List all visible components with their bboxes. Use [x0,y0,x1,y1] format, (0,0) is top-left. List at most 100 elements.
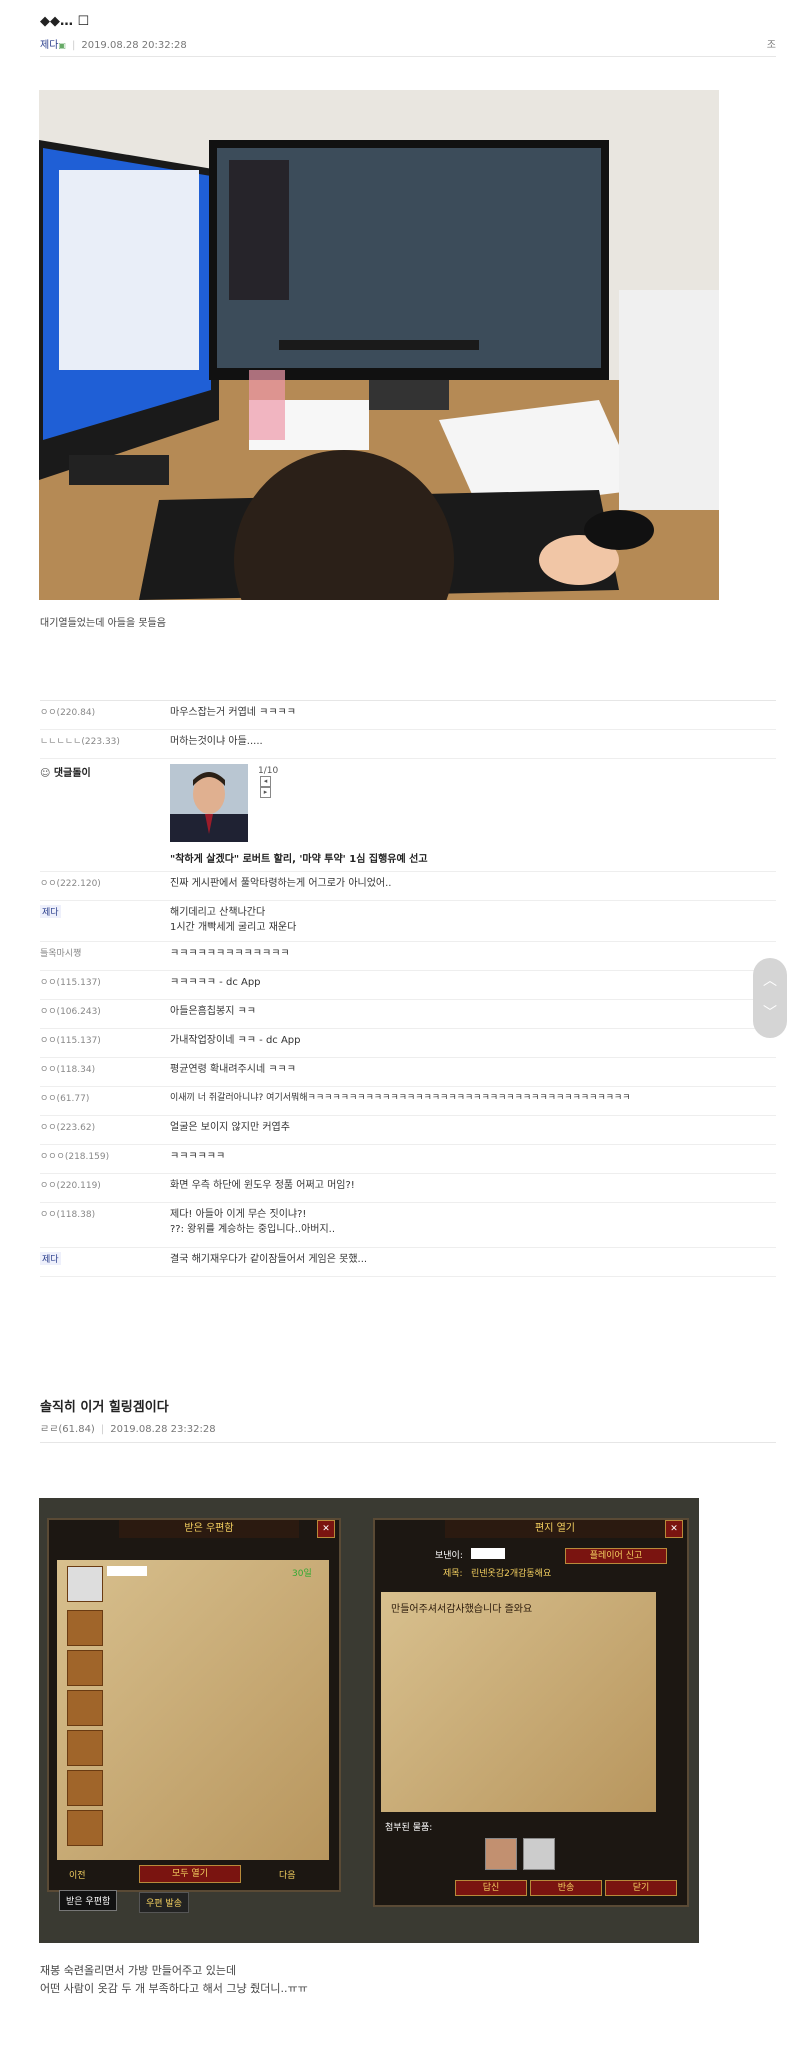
mail-slot[interactable] [67,1650,103,1686]
open-all-button[interactable]: 모두 열기 [139,1865,241,1883]
comment-text: 머하는것이냐 아들..... [170,736,263,747]
comment-text: 가내작업장이네 ㅋㅋ - dc App [170,1035,301,1046]
comment-text: 제다! 아들아 이게 무슨 짓이냐?!??: 왕위를 계승하는 중입니다..아버… [170,1209,336,1235]
sender-redacted [107,1566,147,1576]
subject-text: 린넨옷감2개감동해요 [471,1569,552,1579]
comment-text: 이새끼 너 쥐갈러아니냐? 여기서뭐해ㅋㅋㅋㅋㅋㅋㅋㅋㅋㅋㅋㅋㅋㅋㅋㅋㅋㅋㅋㅋㅋ… [170,1093,631,1103]
comment-row: ㅇㅇ(118.34) 평균연령 확내려주시네 ㅋㅋㅋ [40,1062,776,1087]
comment-author[interactable]: ㅇㅇ(220.84) [40,705,95,718]
return-button[interactable]: 반송 [530,1880,602,1896]
post2-date: 2019.08.28 23:32:28 [110,1424,216,1435]
comment-row: ㅇㅇ(220.84) 마우스잡는거 커엽네 ㅋㅋㅋㅋ [40,705,776,730]
post2-caption-2: 어떤 사람이 옷감 두 개 부족하다고 해서 그냥 줬더니..ㅠㅠ [40,1982,308,1995]
mail-slot[interactable] [67,1690,103,1726]
post-title: ◆◆… ☐ [40,14,90,29]
post-photo [39,90,719,600]
comment-text: 아들은흠칩봉지 ㅋㅋ [170,1006,256,1017]
comment-text: 진짜 게시판에서 풀악타령하는게 어그로가 아니었어.. [170,878,392,889]
comment-text: 화면 우측 하단에 윈도우 정품 어쩌고 머임?! [170,1180,355,1191]
sender-label: 보낸이: [435,1551,463,1561]
mail-slot[interactable] [67,1770,103,1806]
comment-author[interactable]: ㅇㅇ(118.34) [40,1062,95,1075]
comment-text: ㅋㅋㅋㅋㅋㅋ [170,1151,226,1162]
comment-author[interactable]: ㅇㅇ(118.38) [40,1207,95,1220]
comments-top-divider [40,700,776,701]
comment-author[interactable]: ㅇㅇ(115.137) [40,975,101,988]
comment-row: 제다 결국 해기재우다가 같이잠들어서 게임은 못했... [40,1252,776,1277]
comment-row: ㅇㅇ(118.38) 제다! 아들아 이게 무슨 짓이냐?!??: 왕위를 계승… [40,1207,776,1248]
fixed-nick-icon: ▣ [58,41,66,50]
comment-author[interactable]: ㅇㅇ(220.119) [40,1178,101,1191]
comment-text: 해기데리고 산책나간다 1시간 개빡세게 굴리고 재운다 [170,907,297,933]
close-icon[interactable]: ✕ [317,1520,335,1538]
divider [40,1442,776,1443]
comment-author[interactable]: 제다 [40,1252,61,1265]
post2-title[interactable]: 솔직히 이거 힐링겜이다 [40,1396,169,1415]
scroll-buttons: ︿ ﹀ [753,958,787,1038]
comment-row-bot: ☺ 댓글돌이 1/10 ◂▸ "착하게 살겠다" 로버트 할리, '마약 투약'… [40,764,776,872]
blurred-emoji: ◆◆ [40,14,60,29]
post2-author[interactable]: ㄹㄹ(61.84) [40,1424,95,1435]
tab-send-mail[interactable]: 우편 발송 [139,1892,189,1913]
next-page-label[interactable]: 다음 [279,1868,296,1881]
post-meta: 제다▣ | 2019.08.28 20:32:28 [40,40,187,51]
comment-author[interactable]: ㅇㅇ(115.137) [40,1033,101,1046]
comment-row: ㅇㅇ(115.137) ㅋㅋㅋㅋㅋ - dc App [40,975,776,1000]
comment-text: 얼굴은 보이지 않지만 커엽추 [170,1122,290,1133]
next-arrow-icon[interactable]: ▸ [260,787,271,798]
news-card[interactable]: 1/10 ◂▸ "착하게 살겠다" 로버트 할리, '마약 투약' 1심 집행유… [170,764,428,865]
bot-author[interactable]: ☺ 댓글돌이 [40,764,91,779]
comment-text: 결국 해기재우다가 같이잠들어서 게임은 못했... [170,1254,368,1265]
comment-author[interactable]: ㄴㄴㄴㄴㄴ(223.33) [40,734,120,747]
close-button[interactable]: 닫기 [605,1880,677,1896]
author-nick[interactable]: 제다 [40,40,58,51]
mail-icon[interactable] [67,1566,103,1602]
mail-expiry: 30일 [292,1569,312,1579]
comment-author[interactable]: ㅇㅇㅇ(218.159) [40,1149,109,1162]
subject-label: 제목: [443,1569,463,1579]
inbox-panel: 받은 우편함 ✕ 30일 이전 모두 열기 다음 [47,1518,341,1892]
attachment-item-icon[interactable] [523,1838,555,1870]
comment-row: 틀옥마시쪙 ㅋㅋㅋㅋㅋㅋㅋㅋㅋㅋㅋㅋㅋ [40,946,776,971]
letter-body: 만들어주셔서감사했습니다 즐와요 [381,1592,656,1812]
attachment-item-icon[interactable] [485,1838,517,1870]
comment-author[interactable]: ㅇㅇ(222.120) [40,876,101,889]
report-player-button[interactable]: 플레이어 신고 [565,1548,667,1564]
comment-row: ㄴㄴㄴㄴㄴ(223.33) 머하는것이냐 아들..... [40,734,776,759]
post-date: 2019.08.28 20:32:28 [81,40,187,51]
square-icon: ☐ [77,14,90,29]
mail-slot[interactable] [67,1730,103,1766]
mail-slot[interactable] [67,1810,103,1846]
robot-icon: ☺ [40,768,51,779]
reply-button[interactable]: 답신 [455,1880,527,1896]
tab-inbox[interactable]: 받은 우편함 [59,1890,118,1911]
comment-row: ㅇㅇ(223.62) 얼굴은 보이지 않지만 커엽추 [40,1120,776,1145]
comment-author[interactable]: ㅇㅇ(223.62) [40,1120,95,1133]
comment-author[interactable]: 제다 [40,905,61,918]
letter-panel: 편지 열기 ✕ 보낸이: 제목: 린넨옷감2개감동해요 플레이어 신고 만들어주… [373,1518,689,1907]
news-title[interactable]: "착하게 살겠다" 로버트 할리, '마약 투약' 1심 집행유예 선고 [170,850,570,865]
close-icon[interactable]: ✕ [665,1520,683,1538]
game-screenshot: 받은 우편함 ✕ 30일 이전 모두 열기 다음 받은 우편함 우편 발송 편지… [39,1498,699,1943]
comment-text: ㅋㅋㅋㅋㅋ - dc App [170,977,261,988]
comment-author[interactable]: ㅇㅇ(61.77) [40,1091,89,1104]
comment-row: ㅇㅇ(115.137) 가내작업장이네 ㅋㅋ - dc App [40,1033,776,1058]
scroll-down-icon[interactable]: ﹀ [763,1002,777,1022]
scroll-up-icon[interactable]: ︿ [763,970,777,990]
letter-title: 편지 열기 [445,1520,665,1538]
post2-meta: ㄹㄹ(61.84) | 2019.08.28 23:32:28 [40,1424,216,1435]
mail-slot[interactable] [67,1610,103,1646]
comment-row: ㅇㅇㅇ(218.159) ㅋㅋㅋㅋㅋㅋ [40,1149,776,1174]
inbox-title: 받은 우편함 [119,1520,299,1538]
comment-text: 평균연령 확내려주시네 ㅋㅋㅋ [170,1064,296,1075]
prev-arrow-icon[interactable]: ◂ [260,776,271,787]
comment-row: ㅇㅇ(222.120) 진짜 게시판에서 풀악타령하는게 어그로가 아니었어.. [40,876,776,901]
prev-page-label[interactable]: 이전 [69,1868,86,1881]
comment-author[interactable]: 틀옥마시쪙 [40,946,81,959]
view-count-label: 조 [766,40,776,51]
comment-text: 마우스잡는거 커엽네 ㅋㅋㅋㅋ [170,707,296,718]
comment-author[interactable]: ㅇㅇ(106.243) [40,1004,101,1017]
inbox-list: 30일 [57,1560,329,1860]
comment-row: ㅇㅇ(61.77) 이새끼 너 쥐갈러아니냐? 여기서뭐해ㅋㅋㅋㅋㅋㅋㅋㅋㅋㅋㅋ… [40,1091,776,1116]
news-thumbnail [170,764,248,842]
